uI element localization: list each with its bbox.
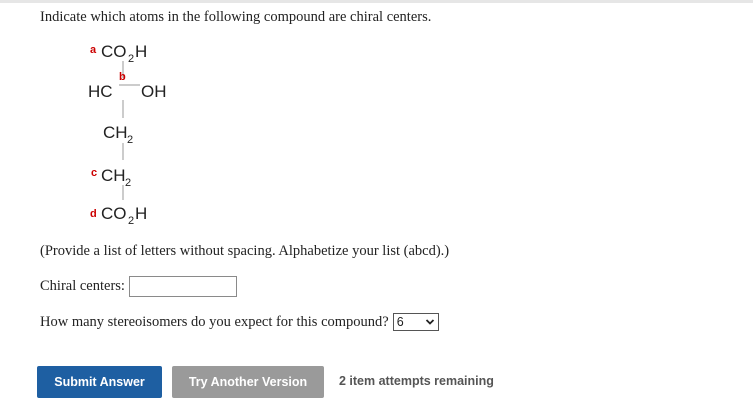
ch2-subscript-2: 2 <box>125 177 131 189</box>
oh-label: OH <box>141 82 167 101</box>
atom-tag-d: d <box>90 208 97 220</box>
try-another-version-button[interactable]: Try Another Version <box>172 366 324 398</box>
top-h-label: H <box>135 42 147 61</box>
attempts-remaining-text: 2 item attempts remaining <box>339 374 494 388</box>
top-subscript: 2 <box>128 53 134 65</box>
bottom-co-label: CO <box>101 204 127 223</box>
atom-tag-a: a <box>90 44 97 56</box>
chiral-centers-label: Chiral centers: <box>40 278 125 294</box>
stereoisomers-select[interactable]: 6 <box>392 313 439 331</box>
submit-answer-button[interactable]: Submit Answer <box>37 366 162 398</box>
bottom-subscript: 2 <box>128 215 134 227</box>
stereoisomers-selected-value: 6 <box>396 315 404 329</box>
chiral-centers-row: Chiral centers: <box>40 276 237 297</box>
molecule-structure: a CO 2 H b HC OH CH 2 c CH 2 d CO 2 H <box>88 42 167 227</box>
atom-tag-b: b <box>119 71 126 83</box>
top-co-label: CO <box>101 42 127 61</box>
chevron-down-icon <box>425 319 434 325</box>
atom-tag-c: c <box>91 167 97 179</box>
stereoisomers-label: How many stereoisomers do you expect for… <box>40 313 389 330</box>
chiral-centers-input[interactable] <box>128 276 237 297</box>
stereoisomers-row: How many stereoisomers do you expect for… <box>40 313 439 331</box>
ch2-label-1: CH <box>103 123 128 142</box>
instructions-text: (Provide a list of letters without spaci… <box>40 243 450 259</box>
bottom-h-label: H <box>135 204 147 223</box>
ch2-subscript-1: 2 <box>127 134 133 146</box>
ch2-label-2: CH <box>101 166 126 185</box>
hc-label: HC <box>88 82 113 101</box>
